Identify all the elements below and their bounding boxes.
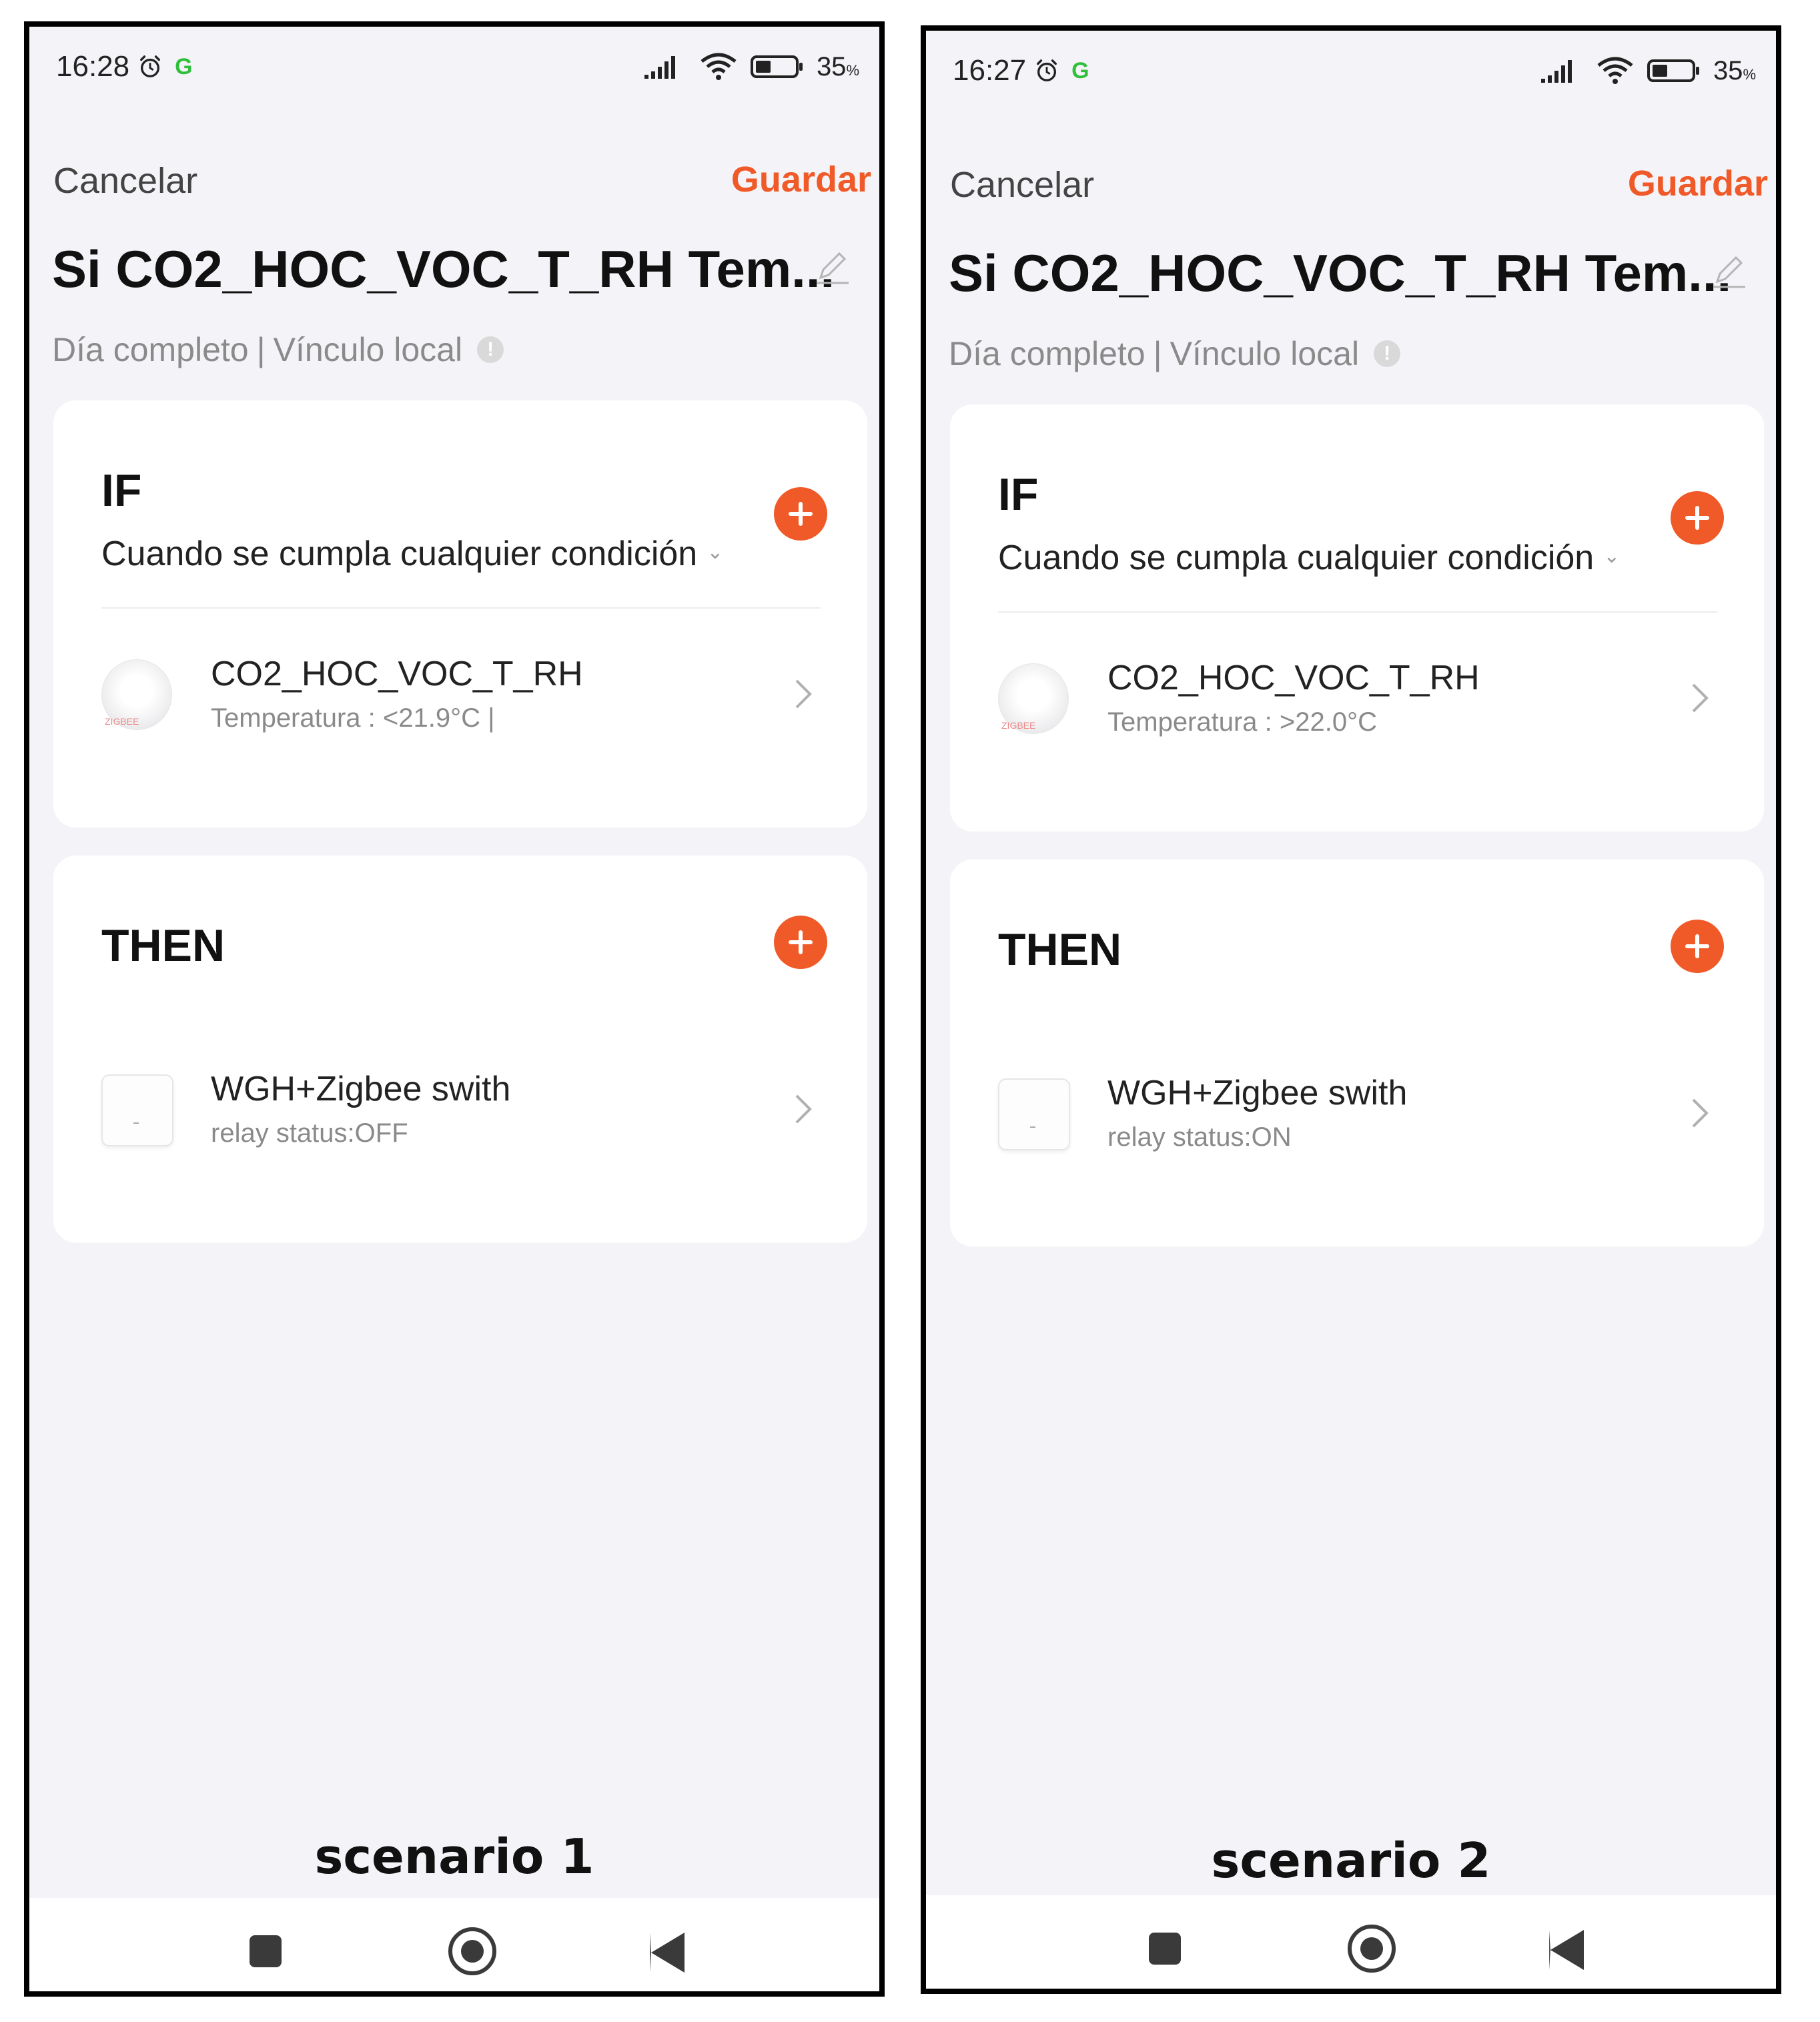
alarm-icon [1037, 59, 1057, 81]
if-heading: IF [101, 465, 142, 516]
add-action-button[interactable] [774, 916, 827, 969]
phone-screen: 16:27 G 35% Cancelar Guardar Si CO2_HOC_… [921, 25, 1781, 1994]
action-device-name: WGH+Zigbee swith [1107, 1074, 1408, 1112]
status-time: 16:28 [56, 50, 130, 83]
recent-apps-icon[interactable] [250, 1935, 282, 1967]
schedule-label[interactable]: Día completo [949, 334, 1146, 373]
scenario-caption: scenario 1 [314, 1828, 594, 1885]
chevron-right-icon [1692, 683, 1709, 713]
condition-mode-selector[interactable]: Cuando se cumpla cualquier condición ⌄ [998, 538, 1620, 578]
add-icon [789, 502, 813, 526]
scene-title: Si CO2_HOC_VOC_T_RH Tem... [52, 240, 835, 298]
scenario-caption: scenario 2 [1211, 1832, 1491, 1889]
link-type-label: Vínculo local [273, 331, 463, 368]
then-card: THEN WGH+Zigbee swith relay status:OFF [53, 856, 867, 1243]
add-icon [1685, 506, 1709, 530]
subtitle-separator: | [256, 331, 266, 368]
back-icon[interactable] [650, 1933, 685, 1973]
link-type-label: Vínculo local [1170, 335, 1360, 372]
battery-level: 35% [816, 51, 859, 81]
condition-mode-label: Cuando se cumpla cualquier condición [101, 535, 698, 573]
switch-device-image [998, 1078, 1070, 1150]
then-heading: THEN [101, 920, 225, 971]
subtitle-separator: | [1153, 335, 1162, 372]
add-condition-button[interactable] [1671, 491, 1724, 545]
navigation-bar [29, 1898, 879, 1991]
switch-device-image [101, 1074, 173, 1146]
wifi-icon [701, 53, 737, 80]
add-icon [1685, 934, 1709, 958]
sensor-device-image: ZIGBEE [998, 663, 1069, 734]
navigation-bar [926, 1895, 1776, 1989]
schedule-label[interactable]: Día completo [52, 330, 249, 369]
condition-item[interactable]: ZIGBEE CO2_HOC_VOC_T_RH Temperatura : <2… [53, 647, 867, 754]
alarm-icon [140, 55, 161, 77]
add-condition-button[interactable] [774, 487, 827, 541]
scene-subtitle: Día completo | Vínculo local ! [949, 334, 1401, 373]
sensor-device-image: ZIGBEE [101, 659, 172, 730]
status-bar: 16:28 G 35% [56, 47, 859, 87]
chevron-right-icon [1692, 1098, 1709, 1128]
chevron-right-icon [795, 679, 812, 709]
home-icon[interactable] [1348, 1925, 1396, 1973]
recent-apps-icon[interactable] [1149, 1933, 1181, 1965]
condition-device-name: CO2_HOC_VOC_T_RH [1107, 659, 1480, 697]
action-device-name: WGH+Zigbee swith [211, 1070, 511, 1108]
save-button[interactable]: Guardar [731, 159, 871, 200]
scene-subtitle: Día completo | Vínculo local ! [52, 330, 504, 369]
chevron-down-icon: ⌄ [707, 541, 724, 563]
cancel-button[interactable]: Cancelar [950, 164, 1094, 206]
if-heading: IF [998, 469, 1039, 520]
if-card: IF Cuando se cumpla cualquier condición … [950, 404, 1764, 831]
g-icon: G [1071, 57, 1089, 83]
edit-icon[interactable] [813, 247, 853, 287]
add-icon [789, 930, 813, 954]
info-icon[interactable]: ! [1374, 340, 1401, 367]
battery-icon [750, 55, 803, 78]
chevron-down-icon: ⌄ [1603, 545, 1621, 567]
cancel-button[interactable]: Cancelar [53, 160, 197, 202]
phone-screen: 16:28 G 35% Cancelar Guardar Si CO2_HOC_… [24, 21, 885, 1997]
scene-title: Si CO2_HOC_VOC_T_RH Tem... [949, 244, 1732, 302]
status-bar: 16:27 G 35% [953, 51, 1756, 91]
then-heading: THEN [998, 924, 1122, 975]
signal-icon [644, 56, 675, 79]
action-item[interactable]: WGH+Zigbee swith relay status:OFF [53, 1062, 867, 1169]
divider [101, 607, 821, 609]
then-card: THEN WGH+Zigbee swith relay status:ON [950, 860, 1764, 1247]
action-detail: relay status:ON [1107, 1122, 1292, 1152]
action-detail: relay status:OFF [211, 1118, 408, 1148]
save-button[interactable]: Guardar [1628, 163, 1768, 204]
g-icon: G [175, 53, 193, 79]
home-icon[interactable] [448, 1927, 496, 1975]
condition-detail: Temperatura : >22.0°C [1107, 707, 1377, 737]
chevron-right-icon [795, 1094, 812, 1124]
wifi-icon [1597, 57, 1633, 84]
condition-mode-label: Cuando se cumpla cualquier condición [998, 539, 1595, 577]
condition-mode-selector[interactable]: Cuando se cumpla cualquier condición ⌄ [101, 534, 723, 574]
condition-device-name: CO2_HOC_VOC_T_RH [211, 655, 583, 693]
add-action-button[interactable] [1671, 920, 1724, 973]
divider [998, 611, 1717, 613]
battery-level: 35% [1713, 55, 1756, 85]
status-time: 16:27 [953, 54, 1027, 87]
back-icon[interactable] [1549, 1930, 1584, 1970]
condition-detail: Temperatura : <21.9°C | [211, 703, 495, 733]
battery-icon [1647, 59, 1699, 82]
info-icon[interactable]: ! [477, 336, 504, 363]
action-item[interactable]: WGH+Zigbee swith relay status:ON [950, 1066, 1764, 1173]
edit-icon[interactable] [1709, 251, 1749, 291]
if-card: IF Cuando se cumpla cualquier condición … [53, 400, 867, 827]
condition-item[interactable]: ZIGBEE CO2_HOC_VOC_T_RH Temperatura : >2… [950, 651, 1764, 758]
signal-icon [1540, 60, 1572, 83]
